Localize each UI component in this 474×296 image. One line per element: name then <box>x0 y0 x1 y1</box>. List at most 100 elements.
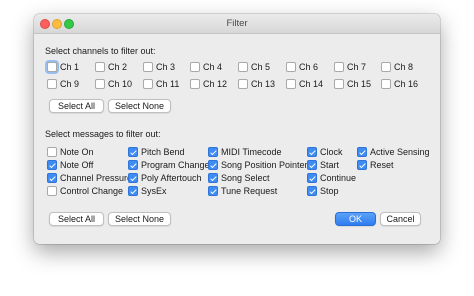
message-checkbox-active-sensing[interactable]: Active Sensing <box>357 146 430 158</box>
checkbox-checked-icon[interactable] <box>357 147 367 157</box>
channel-checkbox-11[interactable]: Ch 11 <box>143 78 179 90</box>
checkbox-icon[interactable] <box>47 79 57 89</box>
message-checkbox-channel-pressure[interactable]: Channel Pressure <box>47 172 132 184</box>
message-label: Start <box>320 160 340 170</box>
checkbox-checked-icon[interactable] <box>128 186 138 196</box>
message-checkbox-program-change[interactable]: Program Change <box>128 159 210 171</box>
channel-checkbox-4[interactable]: Ch 4 <box>190 61 222 73</box>
channel-checkbox-6[interactable]: Ch 6 <box>286 61 318 73</box>
filter-window: Filter Select channels to filter out: Ch… <box>34 14 440 244</box>
message-checkbox-control-change[interactable]: Control Change <box>47 185 123 197</box>
channel-checkbox-2[interactable]: Ch 2 <box>95 61 127 73</box>
channel-checkbox-13[interactable]: Ch 13 <box>238 78 275 90</box>
channel-checkbox-14[interactable]: Ch 14 <box>286 78 323 90</box>
channel-label: Ch 11 <box>156 79 180 89</box>
checkbox-icon[interactable] <box>238 79 248 89</box>
message-checkbox-note-off[interactable]: Note Off <box>47 159 93 171</box>
channel-label: Ch 1 <box>60 62 80 72</box>
message-checkbox-reset[interactable]: Reset <box>357 159 394 171</box>
channel-checkbox-8[interactable]: Ch 8 <box>381 61 413 73</box>
message-label: Continue <box>320 173 357 183</box>
ok-button[interactable]: OK <box>335 212 376 226</box>
channel-checkbox-7[interactable]: Ch 7 <box>334 61 366 73</box>
checkbox-icon[interactable] <box>47 62 57 72</box>
checkbox-icon[interactable] <box>47 186 57 196</box>
message-label: Clock <box>320 147 343 157</box>
message-label: Note Off <box>60 160 94 170</box>
checkbox-icon[interactable] <box>190 62 200 72</box>
checkbox-icon[interactable] <box>143 79 153 89</box>
channel-label: Ch 3 <box>156 62 176 72</box>
channel-checkbox-12[interactable]: Ch 12 <box>190 78 227 90</box>
message-checkbox-tune-request[interactable]: Tune Request <box>208 185 277 197</box>
checkbox-icon[interactable] <box>381 79 391 89</box>
message-label: Poly Aftertouch <box>141 173 202 183</box>
checkbox-icon[interactable] <box>286 62 296 72</box>
message-label: Tune Request <box>221 186 278 196</box>
channel-label: Ch 2 <box>108 62 128 72</box>
checkbox-icon[interactable] <box>95 62 105 72</box>
checkbox-icon[interactable] <box>286 79 296 89</box>
checkbox-icon[interactable] <box>381 62 391 72</box>
message-checkbox-stop[interactable]: Stop <box>307 185 339 197</box>
message-checkbox-song-select[interactable]: Song Select <box>208 172 270 184</box>
channel-label: Ch 15 <box>347 79 372 89</box>
checkbox-icon[interactable] <box>190 79 200 89</box>
channel-checkbox-3[interactable]: Ch 3 <box>143 61 175 73</box>
checkbox-checked-icon[interactable] <box>208 186 218 196</box>
channel-checkbox-15[interactable]: Ch 15 <box>334 78 371 90</box>
channel-label: Ch 14 <box>299 79 324 89</box>
message-checkbox-song-position-pointer[interactable]: Song Position Pointer <box>208 159 308 171</box>
checkbox-icon[interactable] <box>334 62 344 72</box>
checkbox-icon[interactable] <box>95 79 105 89</box>
message-label: Control Change <box>60 186 124 196</box>
message-checkbox-note-on[interactable]: Note On <box>47 146 94 158</box>
messages-select-none-button[interactable]: Select None <box>108 212 171 226</box>
checkbox-checked-icon[interactable] <box>128 147 138 157</box>
checkbox-checked-icon[interactable] <box>307 147 317 157</box>
message-checkbox-pitch-bend[interactable]: Pitch Bend <box>128 146 185 158</box>
checkbox-icon[interactable] <box>334 79 344 89</box>
window-title: Filter <box>226 18 248 29</box>
message-label: MIDI Timecode <box>221 147 282 157</box>
message-checkbox-continue[interactable]: Continue <box>307 172 356 184</box>
message-checkbox-clock[interactable]: Clock <box>307 146 343 158</box>
message-label: Note On <box>60 147 94 157</box>
channels-select-none-button[interactable]: Select None <box>108 99 171 113</box>
message-checkbox-start[interactable]: Start <box>307 159 339 171</box>
message-checkbox-midi-timecode[interactable]: MIDI Timecode <box>208 146 282 158</box>
message-label: SysEx <box>141 186 167 196</box>
checkbox-icon[interactable] <box>143 62 153 72</box>
checkbox-checked-icon[interactable] <box>208 160 218 170</box>
channel-label: Ch 6 <box>299 62 319 72</box>
checkbox-checked-icon[interactable] <box>47 173 57 183</box>
channel-checkbox-5[interactable]: Ch 5 <box>238 61 270 73</box>
message-label: Song Position Pointer <box>221 160 308 170</box>
channels-select-all-button[interactable]: Select All <box>49 99 104 113</box>
checkbox-icon[interactable] <box>238 62 248 72</box>
message-label: Stop <box>320 186 339 196</box>
channel-checkbox-1[interactable]: Ch 1 <box>47 61 79 73</box>
cancel-button[interactable]: Cancel <box>380 212 421 226</box>
checkbox-checked-icon[interactable] <box>307 186 317 196</box>
checkbox-checked-icon[interactable] <box>307 173 317 183</box>
message-checkbox-sysex[interactable]: SysEx <box>128 185 167 197</box>
channel-checkbox-16[interactable]: Ch 16 <box>381 78 418 90</box>
checkbox-checked-icon[interactable] <box>128 160 138 170</box>
channel-label: Ch 13 <box>251 79 276 89</box>
checkbox-checked-icon[interactable] <box>47 160 57 170</box>
checkbox-checked-icon[interactable] <box>357 160 367 170</box>
message-checkbox-poly-aftertouch[interactable]: Poly Aftertouch <box>128 172 202 184</box>
channel-checkbox-9[interactable]: Ch 9 <box>47 78 79 90</box>
checkbox-checked-icon[interactable] <box>307 160 317 170</box>
channel-checkbox-10[interactable]: Ch 10 <box>95 78 132 90</box>
messages-section-label: Select messages to filter out: <box>45 129 161 139</box>
checkbox-icon[interactable] <box>47 147 57 157</box>
messages-select-all-button[interactable]: Select All <box>49 212 104 226</box>
checkbox-checked-icon[interactable] <box>208 173 218 183</box>
channels-section-label: Select channels to filter out: <box>45 46 156 56</box>
checkbox-checked-icon[interactable] <box>128 173 138 183</box>
message-label: Reset <box>370 160 394 170</box>
channel-label: Ch 4 <box>203 62 223 72</box>
checkbox-checked-icon[interactable] <box>208 147 218 157</box>
